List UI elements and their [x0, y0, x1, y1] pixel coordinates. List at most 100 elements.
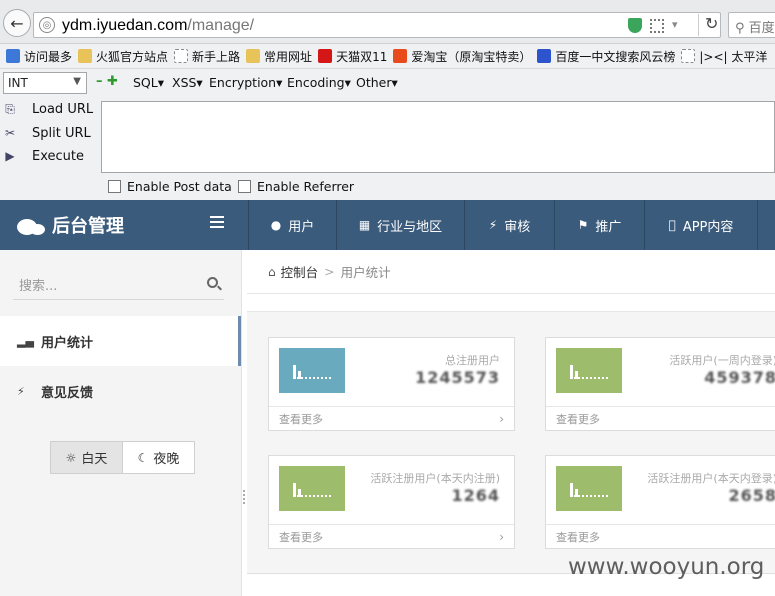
bookmark-item[interactable]: 百度一中文搜索风云榜 — [537, 48, 675, 65]
scissors-icon: ✂ — [4, 126, 16, 140]
sidebar-item-user-stats[interactable]: ▂▄ 用户统计 — [0, 316, 241, 366]
breadcrumb-current: 用户统计 — [340, 265, 391, 280]
sun-icon: ☼ — [65, 450, 77, 465]
app-title: 后台管理 — [52, 216, 124, 237]
browser-toolbar: ← ◎ ydm.iyuedan.com/manage/ ▾ ↻ ⚲ 百度 — [0, 0, 775, 44]
split-url-button[interactable]: ✂ Split URL — [0, 122, 91, 144]
hamburger-icon[interactable] — [210, 216, 224, 228]
page-icon — [681, 49, 696, 63]
search-box[interactable]: ⚲ 百度 — [728, 12, 775, 38]
load-url-icon: ⎘ — [5, 101, 15, 116]
enable-referrer-checkbox[interactable]: Enable Referrer — [238, 179, 354, 194]
bookmark-item[interactable]: 天猫双11 — [318, 48, 387, 65]
type-select[interactable]: INT ▼ — [3, 72, 87, 94]
page-icon — [174, 49, 189, 63]
folder-icon — [246, 49, 261, 63]
plus-minus-icons[interactable]: – ✚ — [96, 74, 118, 89]
encoding-menu[interactable]: Encoding▾ — [287, 75, 351, 90]
night-mode-button[interactable]: ☾ 夜晚 — [123, 442, 194, 473]
bar-chart-icon — [279, 466, 345, 511]
stat-label: 活跃用户(一周内登录) — [669, 354, 775, 367]
hackbar: INT ▼ – ✚ SQL▾ XSS▾ Encryption▾ Encoding▾… — [0, 69, 775, 200]
checkbox-icon — [238, 180, 251, 193]
baidu-icon — [537, 49, 552, 63]
sql-menu[interactable]: SQL▾ — [133, 75, 164, 90]
logo-area: 后台管理 — [0, 200, 248, 250]
bookmark-item[interactable]: 访问最多 — [6, 48, 72, 65]
moon-icon: ☾ — [137, 450, 149, 465]
view-more-link[interactable]: 查看更多› — [269, 406, 514, 430]
stat-card-total-users: 总注册用户 1245573 查看更多 › — [268, 337, 515, 431]
bookmarks-toolbar: 访问最多 火狐官方站点 新手上路 常用网址 天猫双11 爱淘宝（原淘宝特卖） 百… — [0, 44, 775, 69]
url-textarea[interactable] — [101, 101, 775, 173]
stat-value: 2658 — [728, 486, 775, 505]
bar-chart-icon — [279, 348, 345, 393]
stat-value: 459378 — [704, 368, 775, 387]
home-icon: ⌂ — [268, 264, 276, 279]
main-content: ⌂ 控制台 > 用户统计 总注册用户 1245573 查看更多 › 活跃用户(一周… — [247, 250, 775, 596]
stat-card-active-registered: 活跃注册用户(本天内注册) 1264 查看更多 › — [268, 455, 515, 549]
stat-label: 总注册用户 — [445, 354, 500, 367]
stat-value: 1245573 — [415, 368, 500, 387]
shield-icon[interactable] — [628, 18, 642, 33]
admin-header: 后台管理 ●用户 ▦行业与地区 ⚡审核 ⚑推广 APP内容 — [0, 200, 775, 250]
taobao-icon — [393, 49, 408, 63]
sidebar-item-feedback[interactable]: ⚡ 意见反馈 — [0, 366, 241, 416]
breadcrumb-home[interactable]: 控制台 — [281, 262, 319, 281]
search-icon[interactable] — [207, 277, 218, 288]
address-bar[interactable]: ◎ ydm.iyuedan.com/manage/ ▾ ↻ — [33, 12, 721, 38]
chevron-down-icon: ▼ — [73, 76, 81, 87]
view-more-link[interactable]: 查看更多› — [546, 406, 775, 430]
search-input[interactable]: 搜索... — [19, 275, 57, 294]
qr-code-icon[interactable] — [650, 19, 664, 33]
stat-card-active-login: 活跃注册用户(本天内登录) 2658 查看更多› — [545, 455, 775, 549]
play-icon: ▶ — [5, 149, 15, 163]
encryption-menu[interactable]: Encryption▾ — [209, 75, 282, 90]
enable-post-checkbox[interactable]: Enable Post data — [108, 179, 232, 194]
stat-label: 活跃注册用户(本天内登录) — [647, 472, 775, 485]
top-nav: ●用户 ▦行业与地区 ⚡审核 ⚑推广 APP内容 — [248, 200, 758, 250]
breadcrumb: ⌂ 控制台 > 用户统计 — [247, 250, 775, 294]
back-button[interactable]: ← — [3, 9, 31, 37]
chevron-right-icon: › — [499, 529, 504, 544]
search-engine-label: 百度 — [748, 21, 775, 36]
stat-card-active-users: 活跃用户(一周内登录) 459378 查看更多› — [545, 337, 775, 431]
execute-button[interactable]: ▶ Execute — [0, 145, 84, 167]
day-mode-button[interactable]: ☼ 白天 — [51, 442, 123, 473]
stat-value: 1264 — [451, 486, 500, 505]
megaphone-icon: ⚑ — [577, 218, 589, 232]
grid-icon: ▦ — [358, 218, 371, 232]
bookmark-item[interactable]: |><| 太平洋 — [681, 48, 767, 65]
cloud-logo-icon — [17, 215, 47, 235]
user-icon: ● — [270, 218, 282, 232]
stat-label: 活跃注册用户(本天内注册) — [370, 472, 500, 485]
apple-icon:  — [669, 218, 676, 232]
bookmark-item[interactable]: 新手上路 — [174, 48, 240, 65]
xss-menu[interactable]: XSS▾ — [172, 75, 203, 90]
bookmark-item[interactable]: 火狐官方站点 — [78, 48, 168, 65]
nav-item-review[interactable]: ⚡ 审核 — [464, 200, 554, 250]
bookmark-item[interactable]: 常用网址 — [246, 48, 312, 65]
sidebar-search[interactable]: 搜索... — [13, 269, 224, 300]
nav-item-users[interactable]: ● 用户 — [248, 200, 336, 250]
view-more-link[interactable]: 查看更多› — [546, 524, 775, 548]
breadcrumb-separator: > — [324, 264, 335, 279]
load-url-button[interactable]: ⎘ Load URL — [0, 98, 93, 120]
watermark: www.wooyun.org — [568, 554, 765, 580]
dropdown-icon[interactable]: ▾ — [672, 18, 678, 31]
bar-chart-icon — [556, 348, 622, 393]
nav-item-promotion[interactable]: ⚑ 推广 — [554, 200, 644, 250]
nav-item-industry-region[interactable]: ▦ 行业与地区 — [336, 200, 464, 250]
reload-icon[interactable]: ↻ — [698, 14, 718, 36]
checkbox-icon — [108, 180, 121, 193]
nav-item-app-content[interactable]: APP内容 — [644, 200, 758, 250]
sidebar-resize-handle[interactable] — [243, 490, 246, 504]
tmall-icon — [318, 49, 333, 63]
globe-icon: ◎ — [39, 17, 55, 33]
other-menu[interactable]: Other▾ — [356, 75, 398, 90]
view-more-link[interactable]: 查看更多› — [269, 524, 514, 548]
url-text[interactable]: ydm.iyuedan.com/manage/ — [62, 17, 254, 35]
bolt-icon: ⚡ — [488, 218, 498, 232]
sidebar: 搜索... ▂▄ 用户统计 ⚡ 意见反馈 ☼ 白天 ☾ 夜晚 — [0, 250, 242, 596]
bookmark-item[interactable]: 爱淘宝（原淘宝特卖） — [393, 48, 531, 65]
